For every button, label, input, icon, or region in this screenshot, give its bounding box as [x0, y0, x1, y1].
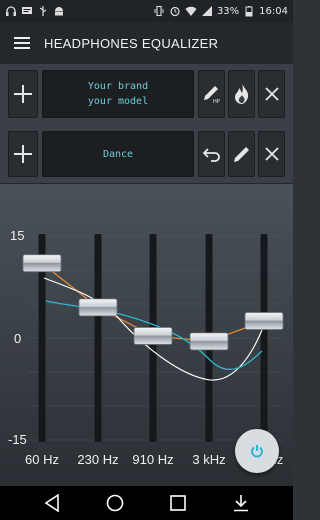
wifi-icon: [185, 6, 197, 16]
slider-knob-4[interactable]: [189, 332, 229, 351]
band-label-3: 910 Hz: [132, 452, 174, 467]
slider-track-5: [260, 234, 268, 442]
status-time: 16:04: [259, 5, 288, 17]
menu-button[interactable]: [0, 22, 44, 64]
add-preset-button[interactable]: [8, 131, 38, 177]
preset-display[interactable]: Dance: [42, 131, 194, 177]
remove-headphone-button[interactable]: [258, 70, 285, 118]
headphone-brand-text: Your brand: [87, 81, 149, 92]
slider-knob-3[interactable]: [133, 327, 173, 345]
status-right-icons: 33% 16:04: [153, 5, 288, 17]
pencil-hp-icon: HP: [203, 86, 220, 105]
back-button[interactable]: [38, 489, 66, 517]
recents-button[interactable]: [164, 489, 192, 517]
navigation-bar: [0, 486, 293, 520]
battery-icon: [245, 6, 253, 17]
message-icon: [22, 7, 32, 14]
headphone-model-text: your model: [87, 96, 149, 107]
band-label-1: 60 Hz: [25, 452, 59, 467]
band-label-4: 3 kHz: [192, 452, 226, 467]
preset-row: Dance: [8, 131, 285, 177]
power-button[interactable]: [235, 429, 279, 473]
headphone-display[interactable]: Your brand your model: [42, 70, 194, 118]
undo-icon: [202, 148, 220, 162]
signal-icon: [201, 6, 212, 16]
add-icon: [14, 145, 32, 163]
download-button[interactable]: [227, 489, 255, 517]
edit-preset-button[interactable]: [228, 131, 255, 177]
home-icon: [106, 494, 124, 512]
download-icon: [234, 495, 249, 512]
app-title: HEADPHONES EQUALIZER: [44, 35, 219, 51]
preset-panel: Your brand your model HP Dance: [0, 64, 293, 184]
back-icon: [44, 494, 59, 512]
pencil-icon: [233, 147, 249, 162]
status-bar: 33% 16:04: [0, 0, 293, 22]
close-icon: [264, 87, 279, 101]
db-min-label: -15: [8, 432, 27, 447]
slider-knob-5[interactable]: [244, 312, 284, 330]
status-left-icons: [5, 5, 65, 17]
slider-knob-2[interactable]: [78, 298, 118, 317]
recents-icon: [170, 495, 186, 511]
battery-percent: 33%: [216, 5, 240, 17]
vibrate-icon: [154, 5, 164, 17]
headphone-row: Your brand your model HP: [8, 70, 285, 118]
slider-track-2: [94, 234, 102, 442]
flame-icon: [234, 84, 248, 104]
headphones-icon: [6, 6, 16, 16]
home-button[interactable]: [101, 489, 129, 517]
add-icon: [14, 85, 32, 103]
power-icon: [251, 445, 263, 458]
slider-knob-1[interactable]: [22, 254, 62, 273]
band-label-2: 230 Hz: [77, 452, 119, 467]
equalizer-area: 15 0 -15 60 Hz 230 Hz 910 Hz 3 kHz 14 kH…: [0, 184, 293, 486]
android-icon: [55, 7, 63, 16]
undo-preset-button[interactable]: [198, 131, 225, 177]
menu-icon: [14, 37, 30, 49]
app-bar: HEADPHONES EQUALIZER: [0, 22, 293, 64]
close-icon: [264, 147, 279, 161]
add-headphone-button[interactable]: [8, 70, 38, 118]
pencil-badge: HP: [213, 99, 220, 105]
usb-icon: [39, 6, 47, 16]
autoeq-button[interactable]: [228, 70, 255, 118]
remove-preset-button[interactable]: [258, 131, 285, 177]
db-max-label: 15: [10, 228, 25, 243]
alarm-icon: [170, 6, 180, 17]
db-zero-label: 0: [14, 331, 22, 346]
preset-name-text: Dance: [102, 148, 134, 160]
edit-headphone-button[interactable]: HP: [198, 70, 225, 118]
